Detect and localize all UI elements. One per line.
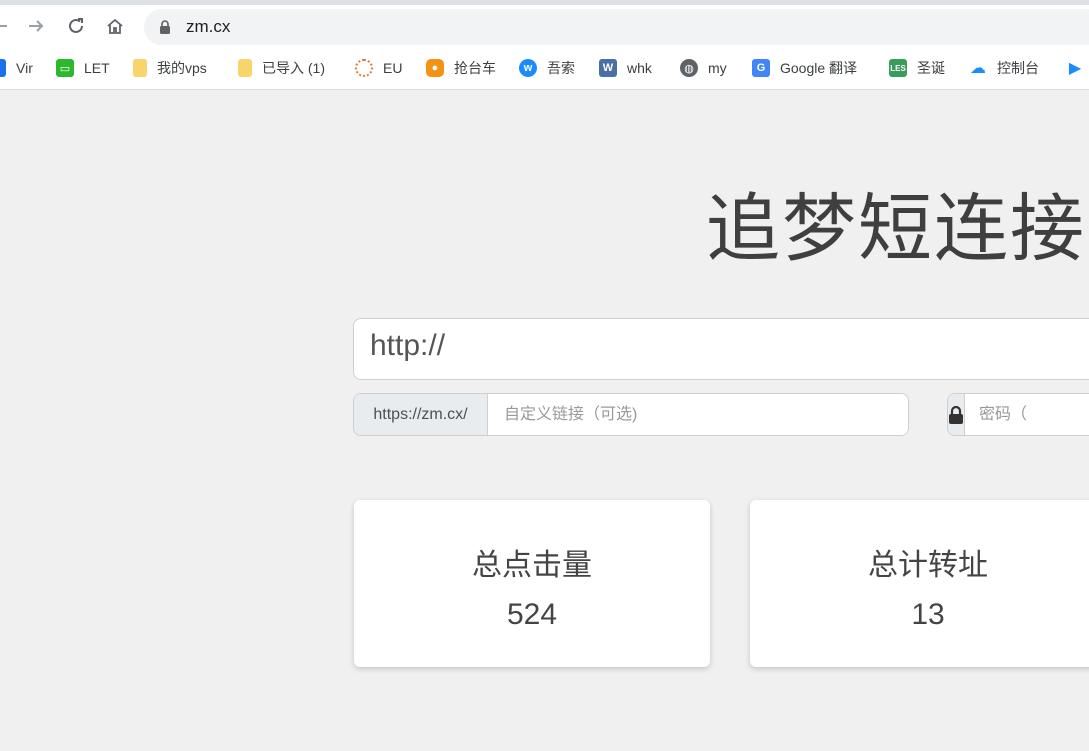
stat-label: 总点击量 — [472, 548, 592, 583]
bookmark-qiangtaiche[interactable]: ● 抢台车 — [426, 57, 496, 79]
folder-icon — [133, 59, 147, 77]
bookmark-console[interactable]: ☁ 控制台 — [969, 57, 1039, 79]
address-bar[interactable]: zm.cx — [144, 9, 1089, 45]
w-square-icon: W — [599, 59, 617, 77]
loading-icon — [355, 59, 373, 77]
page-title: 追梦短连接 — [706, 186, 1086, 272]
translate-icon: G — [752, 59, 770, 77]
bookmarks-bar: Vir ▭ LET 我的vps 已导入 (1) EU ● 抢台车 w 吾索 W … — [0, 47, 1089, 90]
back-icon[interactable] — [0, 12, 14, 40]
bookmark-label: whk — [627, 60, 652, 76]
bookmark-label: Google 翻译 — [780, 60, 858, 76]
globe-icon: ◍ — [680, 59, 698, 77]
custom-link-group: https://zm.cx/ — [353, 393, 909, 436]
stat-label: 总计转址 — [868, 548, 988, 583]
stat-card-total-links: 总计转址 13 — [750, 500, 1089, 667]
page-content: 追梦短连接 http:// https://zm.cx/ 总点击量 524 总计… — [0, 91, 1089, 751]
bookmark-google-translate[interactable]: G Google 翻译 — [752, 57, 857, 79]
password-group — [947, 393, 1089, 436]
bookmark-more[interactable]: ▶ — [1066, 57, 1089, 79]
bookmark-label: Vir — [16, 60, 33, 76]
lock-icon — [948, 394, 965, 435]
long-url-input[interactable]: http:// — [353, 318, 1089, 380]
bookmark-label: 控制台 — [997, 60, 1039, 76]
folder-icon — [238, 59, 252, 77]
app-icon: ● — [426, 59, 444, 77]
bookmark-myvps[interactable]: 我的vps — [133, 57, 207, 79]
forward-icon[interactable] — [22, 12, 50, 40]
browser-toolbar: zm.cx — [0, 5, 1089, 47]
monitor-icon: ▭ — [56, 59, 74, 77]
bookmark-label: EU — [383, 60, 403, 76]
les-icon: LES — [889, 59, 907, 77]
bookmark-label: my — [708, 60, 727, 76]
w-circle-icon: w — [519, 59, 537, 77]
play-icon: ▶ — [1068, 60, 1082, 77]
bookmark-eu[interactable]: EU — [355, 57, 402, 79]
lock-icon — [160, 20, 170, 34]
bookmark-whk[interactable]: W whk — [599, 57, 652, 79]
bookmark-label: 圣诞 — [917, 60, 945, 76]
reload-icon[interactable] — [62, 12, 90, 40]
address-text: zm.cx — [186, 17, 231, 36]
bookmark-my[interactable]: ◍ my — [680, 57, 727, 79]
cloud-icon: ☁ — [970, 60, 986, 77]
bookmark-label: 已导入 (1) — [262, 60, 325, 76]
password-input[interactable] — [965, 394, 1089, 435]
home-icon[interactable] — [101, 12, 129, 40]
bookmark-label: 吾索 — [547, 60, 575, 76]
bookmark-imported[interactable]: 已导入 (1) — [238, 57, 325, 79]
stat-value: 13 — [911, 598, 945, 631]
bookmark-let[interactable]: ▭ LET — [56, 57, 110, 79]
bookmark-vir[interactable]: Vir — [0, 57, 33, 79]
bookmark-label: 我的vps — [157, 60, 207, 76]
grid-icon — [0, 59, 6, 77]
stat-value: 524 — [506, 598, 558, 631]
domain-prefix: https://zm.cx/ — [354, 394, 488, 435]
bookmark-christmas[interactable]: LES 圣诞 — [889, 57, 945, 79]
bookmark-wusuo[interactable]: w 吾索 — [519, 57, 575, 79]
bookmark-label: LET — [84, 60, 110, 76]
custom-link-input[interactable] — [488, 394, 908, 435]
bookmark-label: 抢台车 — [454, 60, 496, 76]
stat-card-total-clicks: 总点击量 524 — [354, 500, 710, 667]
